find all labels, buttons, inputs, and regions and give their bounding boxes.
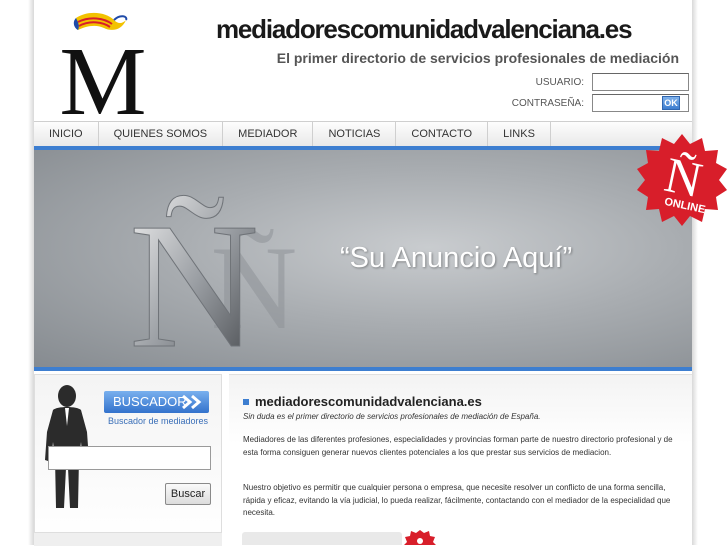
nav-item-noticias[interactable]: NOTICIAS (313, 122, 397, 146)
search-input[interactable] (48, 446, 211, 470)
hero-banner[interactable]: Ñ Ñ “Su Anuncio Aquí” (34, 146, 692, 371)
buscador-button[interactable]: BUSCADOR (104, 391, 209, 413)
site-logo[interactable]: M (48, 8, 158, 120)
nav-item-quienes-somos[interactable]: QUIENES SOMOS (99, 122, 224, 146)
small-badge-icon (404, 530, 436, 545)
password-label: CONTRASEÑA: (511, 97, 584, 109)
content-paragraph-2: Nuestro objetivo es permitir que cualqui… (243, 483, 671, 517)
username-input[interactable] (592, 73, 689, 91)
banner-headline: “Su Anuncio Aquí” (340, 242, 573, 274)
logo-letter: M (59, 28, 146, 120)
banner-logo-letter: Ñ (129, 186, 259, 358)
double-chevron-right-icon (182, 394, 202, 410)
online-badge-icon[interactable]: Ñ ONLINE (637, 130, 727, 230)
nav-item-links[interactable]: LINKS (488, 122, 551, 146)
content-subtitle: Sin duda es el primer directorio de serv… (243, 412, 541, 421)
main-content: mediadorescomunidadvalenciana.es Sin dud… (229, 374, 692, 546)
content-title-text: mediadorescomunidadvalenciana.es (255, 394, 482, 409)
site-title[interactable]: mediadorescomunidadvalenciana.es (216, 14, 633, 45)
login-ok-button[interactable]: OK (662, 96, 680, 110)
nav-item-inicio[interactable]: INICIO (34, 122, 99, 146)
nav-item-mediador[interactable]: MEDIADOR (223, 122, 314, 146)
site-tagline: El primer directorio de servicios profes… (276, 50, 679, 66)
buscar-button[interactable]: Buscar (165, 483, 211, 505)
square-bullet-icon (243, 398, 249, 405)
content-title: mediadorescomunidadvalenciana.es (243, 394, 482, 409)
username-row: USUARIO: (536, 73, 689, 91)
search-sidebar: BUSCADOR Buscador de mediadores Buscar (34, 374, 222, 545)
nav-item-contacto[interactable]: CONTACTO (396, 122, 489, 146)
bottom-panel-tab (242, 532, 402, 545)
sidebar-footer (34, 532, 222, 546)
page-shadow-right (692, 0, 698, 545)
username-label: USUARIO: (535, 76, 584, 88)
buscador-button-label: BUSCADOR (113, 394, 187, 409)
banner-logo-icon: Ñ Ñ (129, 186, 298, 359)
buscador-subtitle[interactable]: Buscador de mediadores (108, 416, 208, 426)
main-nav: INICIO QUIENES SOMOS MEDIADOR NOTICIAS C… (34, 121, 692, 147)
content-paragraph-1: Mediadores de las diferentes profesiones… (243, 435, 673, 457)
